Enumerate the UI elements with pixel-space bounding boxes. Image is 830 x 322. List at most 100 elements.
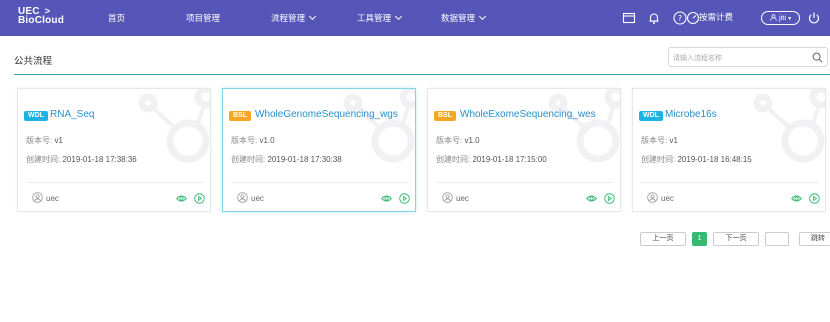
nav-tools[interactable]: 工具管理 (357, 12, 403, 24)
workflow-name-link[interactable]: WholeGenomeSequencing_wgs (255, 109, 398, 120)
owner: uec (32, 192, 59, 203)
nav-workflows[interactable]: 流程管理 (271, 12, 317, 24)
version-label: 版本号: (231, 136, 258, 145)
nav-projects[interactable]: 项目管理 (186, 12, 220, 24)
created-label: 创建时间: (26, 155, 61, 164)
jump-button[interactable]: 跳转 (799, 232, 830, 246)
section-title: 公共流程 (14, 56, 53, 67)
nav-data[interactable]: 数据管理 (441, 12, 487, 24)
eye-icon[interactable] (381, 193, 392, 204)
created-value: 2019-01-18 17:30:38 (267, 155, 342, 164)
created-row: 创建时间: 2019-01-18 16:48:15 (641, 154, 752, 165)
network-watermark-icon (343, 89, 415, 163)
power-icon[interactable] (807, 11, 821, 25)
billing-label[interactable]: 按需计费 (699, 11, 733, 23)
user-icon (647, 192, 658, 203)
owner: uec (237, 192, 264, 203)
network-watermark-icon (548, 89, 620, 163)
created-row: 创建时间: 2019-01-18 17:38:36 (26, 154, 137, 165)
caret-down-icon: ▾ (788, 16, 792, 22)
billing-gauge-icon (686, 11, 700, 25)
owner-name: uec (456, 194, 469, 203)
created-label: 创建时间: (436, 155, 471, 164)
user-name: jiti (778, 13, 787, 22)
current-page[interactable]: 1 (692, 232, 707, 246)
owner: uec (442, 192, 469, 203)
svg-text:?: ? (678, 14, 682, 23)
language-tag: WDL (639, 111, 663, 121)
version-label: 版本号: (26, 136, 53, 145)
eye-icon[interactable] (586, 193, 597, 204)
workflow-card[interactable]: WDL RNA_Seq 版本号: v1 创建时间: 2019-01-18 17:… (17, 88, 211, 212)
version-value: v1 (54, 136, 63, 145)
network-watermark-icon (753, 89, 825, 163)
chevron-down-icon (394, 12, 403, 21)
language-tag: BSL (229, 111, 251, 121)
created-label: 创建时间: (641, 155, 676, 164)
top-navbar: UEC > BioCloud 首页 项目管理 流程管理 工具管理 数据管理 ? 按… (0, 0, 830, 36)
logo[interactable]: UEC > BioCloud (18, 7, 65, 26)
created-value: 2019-01-18 16:48:15 (677, 155, 752, 164)
chevron-down-icon (308, 12, 317, 21)
version-label: 版本号: (436, 136, 463, 145)
workflow-name-link[interactable]: RNA_Seq (50, 109, 94, 120)
card-divider (641, 182, 819, 183)
prev-page-button[interactable]: 上一页 (640, 232, 686, 246)
created-row: 创建时间: 2019-01-18 17:15:00 (436, 154, 547, 165)
version-row: 版本号: v1 (641, 135, 678, 146)
workflow-name-link[interactable]: WholeExomeSequencing_wes (460, 109, 596, 120)
user-icon (442, 192, 453, 203)
workflow-card[interactable]: BSL WholeGenomeSequencing_wgs 版本号: v1.0 … (222, 88, 416, 212)
search-box[interactable]: 请输入流程名称 (668, 47, 828, 67)
window-icon[interactable] (622, 11, 636, 25)
card-divider (26, 182, 204, 183)
user-menu[interactable]: jiti ▾ (761, 11, 800, 25)
owner: uec (647, 192, 674, 203)
version-row: 版本号: v1.0 (436, 135, 480, 146)
created-label: 创建时间: (231, 155, 266, 164)
workflow-name-link[interactable]: Microbe16s (665, 109, 717, 120)
card-divider (231, 182, 409, 183)
created-value: 2019-01-18 17:38:36 (62, 155, 137, 164)
version-label: 版本号: (641, 136, 668, 145)
nav-data-label: 数据管理 (441, 13, 476, 23)
version-value: v1.0 (464, 136, 480, 145)
eye-icon[interactable] (791, 193, 802, 204)
version-row: 版本号: v1 (26, 135, 63, 146)
language-tag: BSL (434, 111, 456, 121)
owner-name: uec (251, 194, 264, 203)
eye-icon[interactable] (176, 193, 187, 204)
bell-icon[interactable] (647, 11, 661, 25)
nav-workflows-label: 流程管理 (271, 13, 306, 23)
created-row: 创建时间: 2019-01-18 17:30:38 (231, 154, 342, 165)
section-divider (14, 74, 830, 75)
nav-tools-label: 工具管理 (357, 13, 392, 23)
play-icon[interactable] (194, 193, 205, 204)
nav-home[interactable]: 首页 (108, 12, 125, 24)
owner-name: uec (46, 194, 59, 203)
play-icon[interactable] (604, 193, 615, 204)
search-input[interactable]: 请输入流程名称 (673, 53, 722, 63)
version-row: 版本号: v1.0 (231, 135, 275, 146)
search-icon[interactable] (812, 52, 823, 63)
page-jump-input[interactable] (765, 232, 789, 246)
workflow-card[interactable]: WDL Microbe16s 版本号: v1 创建时间: 2019-01-18 … (632, 88, 826, 212)
chevron-down-icon (478, 12, 487, 21)
network-watermark-icon (138, 89, 210, 163)
next-page-button[interactable]: 下一页 (713, 232, 759, 246)
card-divider (436, 182, 614, 183)
logo-text-line2: BioCloud (18, 15, 65, 26)
version-value: v1 (669, 136, 678, 145)
version-value: v1.0 (259, 136, 275, 145)
user-icon (237, 192, 248, 203)
created-value: 2019-01-18 17:15:00 (472, 155, 547, 164)
user-icon (770, 14, 777, 21)
workflow-card[interactable]: BSL WholeExomeSequencing_wes 版本号: v1.0 创… (427, 88, 621, 212)
main-content: 公共流程 请输入流程名称 WDL RNA_Seq 版本号: v1 创建时间: 2… (0, 36, 830, 322)
language-tag: WDL (24, 111, 48, 121)
user-icon (32, 192, 43, 203)
owner-name: uec (661, 194, 674, 203)
help-icon[interactable]: ? (673, 11, 687, 25)
play-icon[interactable] (809, 193, 820, 204)
play-icon[interactable] (399, 193, 410, 204)
